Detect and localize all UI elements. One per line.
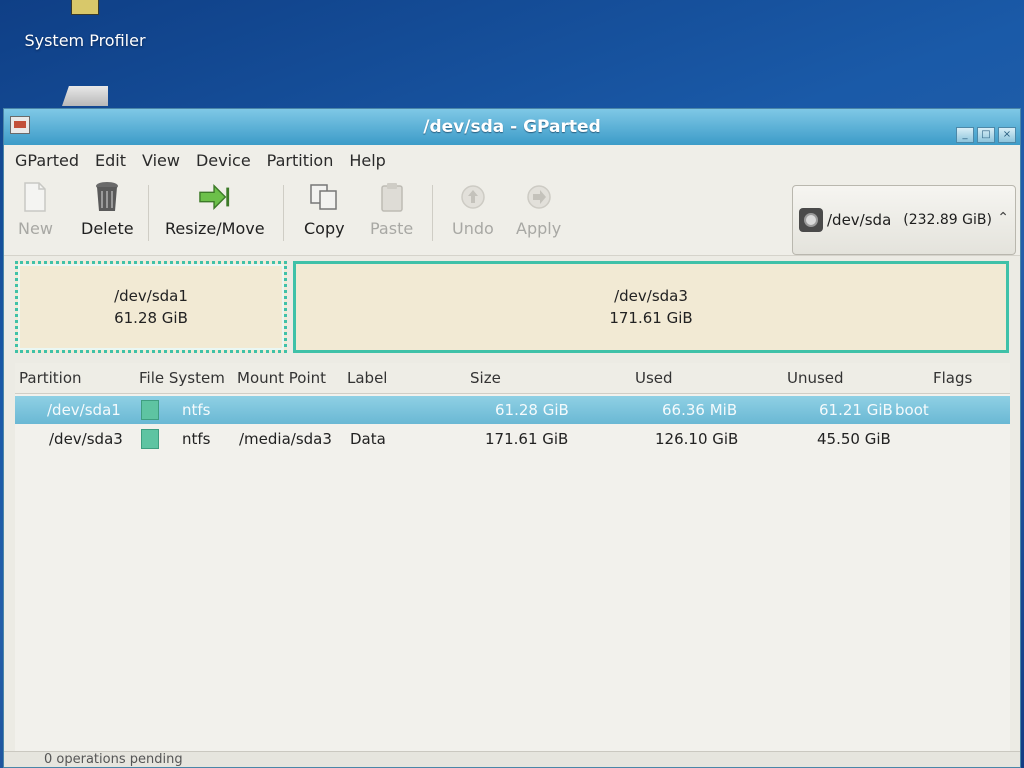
apply-button[interactable]: Apply — [516, 181, 561, 238]
filesystem-color-swatch — [141, 400, 159, 420]
cell-unused: 45.50 GiB — [817, 430, 891, 448]
paste-button[interactable]: Paste — [370, 181, 413, 238]
device-name: /dev/sda — [827, 211, 892, 229]
column-label[interactable]: Label — [347, 369, 387, 387]
column-file-system[interactable]: File System — [139, 369, 225, 387]
apply-icon — [523, 181, 555, 213]
cell-file-system: ntfs — [182, 430, 211, 448]
cell-used: 126.10 GiB — [655, 430, 739, 448]
system-profiler-icon — [71, 0, 99, 15]
desktop-icon-system-profiler[interactable]: System Profiler — [20, 0, 150, 50]
window-controls: _ □ × — [956, 127, 1016, 143]
column-mount-point[interactable]: Mount Point — [237, 369, 326, 387]
table-row[interactable]: /dev/sda3 ntfs /media/sda3 Data 171.61 G… — [15, 425, 1010, 453]
gparted-app-icon[interactable] — [10, 116, 30, 134]
menu-help[interactable]: Help — [349, 151, 385, 170]
window-title: /dev/sda - GParted — [423, 117, 601, 137]
new-button[interactable]: New — [18, 181, 53, 238]
cell-unused: 61.21 GiB — [819, 401, 893, 419]
cell-mount-point: /media/sda3 — [239, 430, 332, 448]
trash-icon — [91, 181, 123, 213]
undo-button[interactable]: Undo — [452, 181, 494, 238]
toolbar-separator — [283, 185, 284, 241]
delete-button[interactable]: Delete — [81, 181, 134, 238]
menu-device[interactable]: Device — [196, 151, 251, 170]
cell-size: 61.28 GiB — [495, 401, 569, 419]
close-button[interactable]: × — [998, 127, 1016, 143]
paste-clipboard-icon — [376, 181, 408, 213]
partition-block-name: /dev/sda1 — [114, 287, 188, 305]
partition-block-sda3[interactable]: /dev/sda3 171.61 GiB — [293, 261, 1009, 353]
column-partition[interactable]: Partition — [19, 369, 82, 387]
copy-button[interactable]: Copy — [304, 181, 345, 238]
cell-label: Data — [350, 430, 386, 448]
partition-table: Partition File System Mount Point Label … — [15, 363, 1010, 753]
menu-bar: GParted Edit View Device Partition Help — [4, 145, 1020, 175]
table-row[interactable]: /dev/sda1 ntfs 61.28 GiB 66.36 MiB 61.21… — [15, 396, 1010, 424]
gparted-window: /dev/sda - GParted _ □ × GParted Edit Vi… — [3, 108, 1021, 768]
cell-partition: /dev/sda3 — [49, 430, 123, 448]
cell-size: 171.61 GiB — [485, 430, 569, 448]
minimize-button[interactable]: _ — [956, 127, 974, 143]
filesystem-color-swatch — [141, 429, 159, 449]
column-size[interactable]: Size — [470, 369, 501, 387]
title-bar[interactable]: /dev/sda - GParted _ □ × — [4, 109, 1020, 145]
partition-block-name: /dev/sda3 — [614, 287, 688, 305]
cell-flags: boot — [895, 401, 929, 419]
column-flags[interactable]: Flags — [933, 369, 972, 387]
new-document-icon — [19, 181, 51, 213]
partition-graphic: /dev/sda1 61.28 GiB /dev/sda3 171.61 GiB — [15, 261, 1010, 357]
combo-updown-icon: ⌃ — [997, 210, 1009, 226]
cell-file-system: ntfs — [182, 401, 211, 419]
column-used[interactable]: Used — [635, 369, 673, 387]
partition-block-size: 61.28 GiB — [114, 309, 188, 327]
device-size: (232.89 GiB) — [903, 212, 992, 228]
column-unused[interactable]: Unused — [787, 369, 844, 387]
toolbar-separator — [148, 185, 149, 241]
partition-block-size: 171.61 GiB — [609, 309, 693, 327]
desktop-drive-icon[interactable] — [62, 86, 108, 106]
copy-icon — [308, 181, 340, 213]
cell-used: 66.36 MiB — [662, 401, 738, 419]
menu-partition[interactable]: Partition — [267, 151, 334, 170]
menu-edit[interactable]: Edit — [95, 151, 126, 170]
partition-block-sda1[interactable]: /dev/sda1 61.28 GiB — [15, 261, 287, 353]
status-bar: 0 operations pending — [4, 751, 1020, 767]
maximize-button[interactable]: □ — [977, 127, 995, 143]
menu-gparted[interactable]: GParted — [15, 151, 79, 170]
desktop-icon-label: System Profiler — [24, 31, 146, 50]
toolbar-separator — [432, 185, 433, 241]
resize-move-button[interactable]: Resize/Move — [165, 181, 265, 238]
cell-partition: /dev/sda1 — [47, 401, 121, 419]
undo-icon — [457, 181, 489, 213]
hard-disk-icon — [799, 208, 823, 232]
table-header: Partition File System Mount Point Label … — [15, 363, 1010, 394]
device-selector[interactable]: /dev/sda (232.89 GiB) ⌃ — [792, 185, 1016, 255]
menu-view[interactable]: View — [142, 151, 180, 170]
resize-move-arrow-icon — [199, 181, 231, 213]
